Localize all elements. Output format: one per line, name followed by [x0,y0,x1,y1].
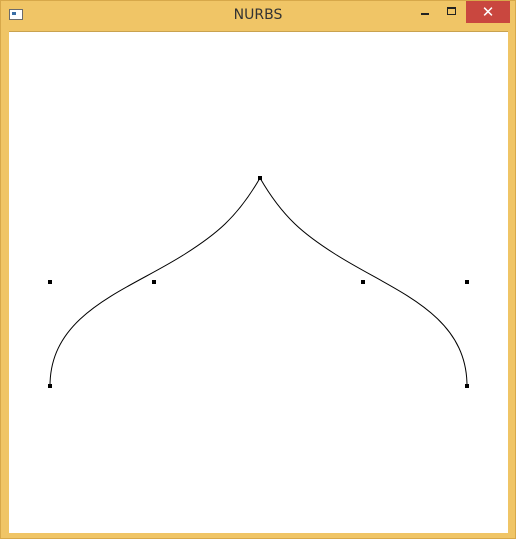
control-point[interactable] [258,176,262,180]
maximize-button[interactable] [439,1,465,23]
control-point[interactable] [361,280,365,284]
window-app-icon[interactable] [9,9,23,20]
close-icon: ✕ [481,3,495,21]
control-point[interactable] [465,280,469,284]
control-point[interactable] [465,384,469,388]
app-window: NURBS ✕ [0,0,516,539]
control-point[interactable] [48,280,52,284]
nurbs-canvas[interactable] [9,32,508,533]
title-bar[interactable]: NURBS ✕ [1,1,515,31]
drawing-canvas-area[interactable] [9,31,508,533]
minimize-button[interactable] [411,1,439,23]
close-button[interactable]: ✕ [466,1,510,23]
control-point[interactable] [48,384,52,388]
control-point[interactable] [152,280,156,284]
